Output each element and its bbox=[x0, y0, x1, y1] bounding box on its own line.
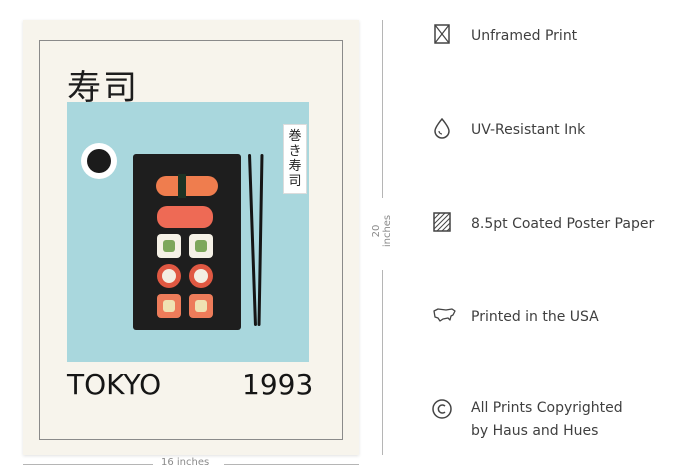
soy-sauce-bowl bbox=[81, 143, 117, 179]
cucumber-roll bbox=[189, 234, 213, 258]
chopstick bbox=[257, 153, 264, 327]
feature-label: All Prints Copyrighted bbox=[471, 400, 623, 416]
box-x-icon bbox=[434, 24, 450, 44]
cucumber-roll bbox=[157, 234, 181, 258]
poster-vertical-label: 巻き寿司 bbox=[283, 124, 307, 194]
salmon-nigiri bbox=[157, 206, 213, 228]
mixed-roll-row bbox=[157, 294, 215, 318]
shrimp-nigiri bbox=[156, 174, 218, 198]
feature-label: Printed in the USA bbox=[471, 309, 599, 325]
droplet-icon bbox=[434, 117, 450, 139]
width-dimension-label: 16 inches bbox=[161, 457, 210, 468]
poster-image: 寿司 巻き寿司 TOKYO 1993 bbox=[23, 20, 359, 455]
salmon-roll bbox=[157, 264, 181, 288]
usa-map-icon bbox=[433, 308, 456, 322]
feature-label-line2: by Haus and Hues bbox=[471, 423, 599, 439]
cucumber-roll-row bbox=[157, 234, 215, 258]
height-dimension-line bbox=[382, 20, 383, 198]
hatched-square-icon bbox=[433, 212, 451, 232]
feature-label: Unframed Print bbox=[471, 28, 578, 44]
poster-city: TOKYO bbox=[67, 368, 162, 401]
copyright-icon bbox=[432, 399, 452, 419]
salmon-roll bbox=[189, 264, 213, 288]
mixed-roll bbox=[189, 294, 213, 318]
mixed-roll bbox=[157, 294, 181, 318]
chopstick bbox=[247, 154, 258, 326]
feature-label: UV-Resistant Ink bbox=[471, 122, 586, 138]
feature-label: 8.5pt Coated Poster Paper bbox=[471, 216, 655, 232]
height-dimension-line bbox=[382, 270, 383, 455]
sushi-illustration: 巻き寿司 bbox=[67, 102, 309, 362]
salmon-roll-row bbox=[157, 264, 215, 288]
width-dimension-line bbox=[23, 464, 153, 465]
width-dimension-line bbox=[224, 464, 359, 465]
height-dimension-label: 20 inches bbox=[371, 214, 393, 248]
poster-year: 1993 bbox=[242, 368, 314, 401]
